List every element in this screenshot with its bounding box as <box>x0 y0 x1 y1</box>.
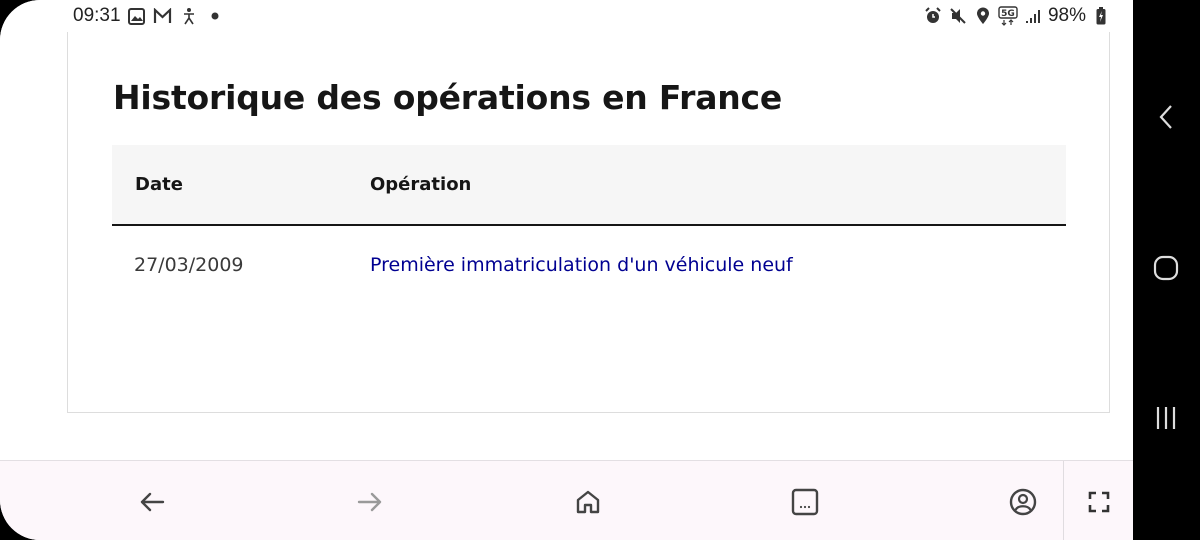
page-title: Historique des opérations en France <box>113 78 783 117</box>
phone-screen: 09:31 5G 98% Historique des opérations e… <box>0 0 1133 540</box>
android-navbar <box>1133 0 1200 540</box>
forward-icon[interactable] <box>350 483 390 521</box>
tabs-icon[interactable] <box>785 483 825 521</box>
account-icon[interactable] <box>1003 483 1043 521</box>
signal-icon <box>1023 5 1043 27</box>
nav-home-icon[interactable] <box>1146 248 1186 288</box>
nav-back-icon[interactable] <box>1146 97 1186 137</box>
status-left: 09:31 <box>73 5 225 27</box>
toolbar-separator <box>1063 461 1064 540</box>
table-header: Date Opération <box>112 145 1066 226</box>
column-header-operation: Opération <box>370 174 472 195</box>
accessibility-icon <box>179 5 199 27</box>
alarm-icon <box>923 5 943 27</box>
web-content: Historique des opérations en France Date… <box>0 32 1133 460</box>
cell-operation-link[interactable]: Première immatriculation d'un véhicule n… <box>370 254 793 276</box>
battery-percent: 98% <box>1047 5 1086 26</box>
status-right: 5G 98% <box>923 5 1111 27</box>
status-bar: 09:31 5G 98% <box>0 0 1133 34</box>
gallery-icon <box>127 5 147 27</box>
svg-text:5G: 5G <box>1001 9 1015 19</box>
table-row: 27/03/2009 Première immatriculation d'un… <box>112 226 1066 306</box>
browser-toolbar <box>0 460 1133 540</box>
back-icon[interactable] <box>132 483 172 521</box>
operations-table: Date Opération 27/03/2009 Première immat… <box>112 145 1066 306</box>
mute-icon <box>948 5 968 27</box>
history-card: Historique des opérations en France Date… <box>67 32 1110 413</box>
location-icon <box>973 5 993 27</box>
home-icon[interactable] <box>568 483 608 521</box>
fullscreen-icon[interactable] <box>1079 483 1119 521</box>
dot-icon <box>205 5 225 27</box>
battery-icon <box>1091 5 1111 27</box>
nav-recents-icon[interactable] <box>1146 398 1186 438</box>
gmail-icon <box>153 5 173 27</box>
column-header-date: Date <box>135 174 183 195</box>
cell-date: 27/03/2009 <box>134 254 244 276</box>
5g-icon: 5G <box>998 5 1018 27</box>
status-time: 09:31 <box>73 5 121 26</box>
